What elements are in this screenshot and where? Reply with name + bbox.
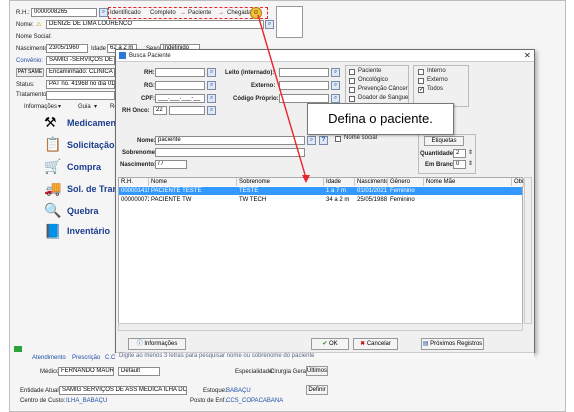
arrow-line: [257, 14, 307, 179]
callout-box: Defina o paciente.: [307, 103, 454, 135]
annotation-arrows: [257, 14, 310, 183]
arrow-head: [302, 175, 310, 183]
